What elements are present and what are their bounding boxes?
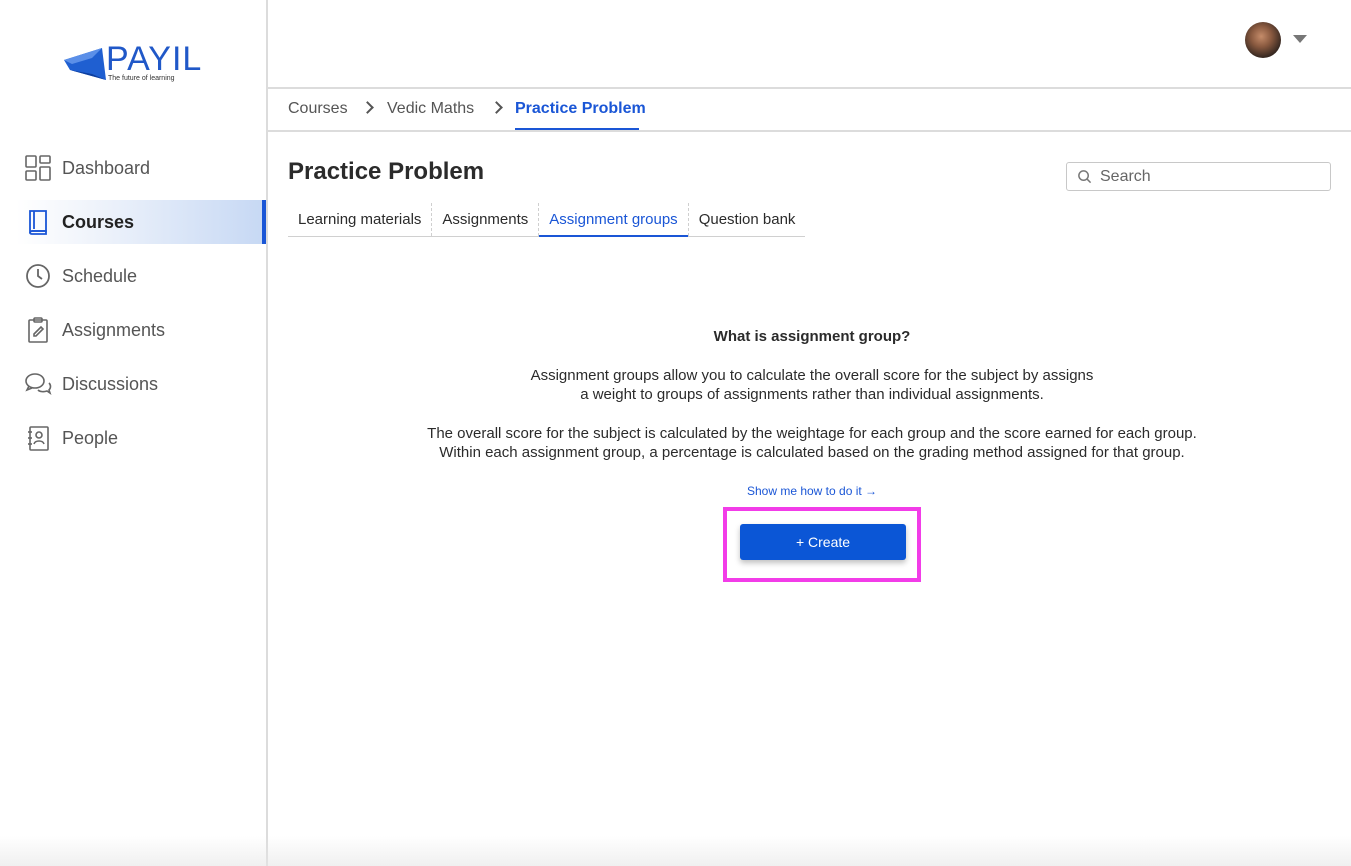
breadcrumb-practice-problem[interactable]: Practice Problem (515, 100, 646, 118)
info-paragraph-1-line-2: a weight to groups of assignments rather… (580, 386, 1044, 403)
search-box[interactable] (1066, 162, 1331, 191)
tab-question-bank[interactable]: Question bank (689, 203, 806, 236)
info-heading: What is assignment group? (713, 328, 911, 345)
chevron-right-icon (490, 101, 503, 114)
sidebar-item-label: Assignments (62, 319, 166, 340)
dashboard-icon (24, 154, 52, 182)
tab-bar: Learning materials Assignments Assignmen… (288, 203, 806, 237)
top-bar (268, 0, 1351, 89)
tab-assignments[interactable]: Assignments (432, 203, 540, 236)
caret-down-icon[interactable] (1293, 35, 1307, 43)
sidebar: PAYIL The future of learning Dashboard C… (0, 0, 268, 866)
chevron-right-icon (361, 101, 374, 114)
tab-assignment-groups[interactable]: Assignment groups (539, 203, 689, 237)
clipboard-icon (24, 316, 52, 344)
assignment-group-info: What is assignment group? Assignment gro… (288, 320, 1336, 500)
tab-learning-materials[interactable]: Learning materials (288, 203, 433, 236)
user-avatar[interactable] (1245, 22, 1281, 58)
breadcrumb-courses[interactable]: Courses (288, 100, 348, 118)
search-input[interactable] (1100, 167, 1320, 186)
info-paragraph-2-line-2: Within each assignment group, a percenta… (439, 444, 1185, 461)
brand-name: PAYIL (106, 40, 203, 78)
sidebar-item-label: Dashboard (62, 157, 151, 178)
sidebar-nav: Dashboard Courses Schedule Assignments D… (0, 146, 266, 470)
logo-mark-icon (64, 48, 106, 80)
breadcrumb: Courses Vedic Maths Practice Problem (268, 90, 1351, 132)
sidebar-item-label: Discussions (62, 373, 159, 394)
chat-bubbles-icon (24, 370, 52, 398)
create-button-highlight: + Create (723, 507, 921, 582)
info-paragraph-2-line-1: The overall score for the subject is cal… (427, 425, 1197, 442)
sidebar-item-dashboard[interactable]: Dashboard (0, 146, 266, 190)
sidebar-item-label: People (62, 427, 119, 448)
sidebar-item-discussions[interactable]: Discussions (0, 362, 266, 406)
sidebar-item-label: Schedule (62, 265, 138, 286)
sidebar-item-people[interactable]: People (0, 416, 266, 460)
search-icon (1078, 170, 1092, 184)
brand-tagline: The future of learning (108, 75, 175, 82)
sidebar-item-courses[interactable]: Courses (16, 200, 266, 244)
page-title: Practice Problem (288, 158, 485, 185)
clock-icon (24, 262, 52, 290)
sidebar-item-schedule[interactable]: Schedule (0, 254, 266, 298)
show-me-how-link[interactable]: Show me how to do it → (747, 484, 877, 498)
bottom-fade (0, 836, 1351, 866)
payil-logo[interactable]: PAYIL The future of learning (62, 40, 212, 86)
breadcrumb-vedic-maths[interactable]: Vedic Maths (387, 100, 474, 118)
sidebar-item-assignments[interactable]: Assignments (0, 308, 266, 352)
breadcrumb-active-underline (515, 128, 639, 130)
book-icon (24, 208, 52, 236)
contact-book-icon (24, 424, 52, 452)
info-paragraph-1-line-1: Assignment groups allow you to calculate… (530, 367, 1094, 384)
sidebar-item-label: Courses (62, 211, 135, 232)
create-button[interactable]: + Create (740, 524, 906, 560)
